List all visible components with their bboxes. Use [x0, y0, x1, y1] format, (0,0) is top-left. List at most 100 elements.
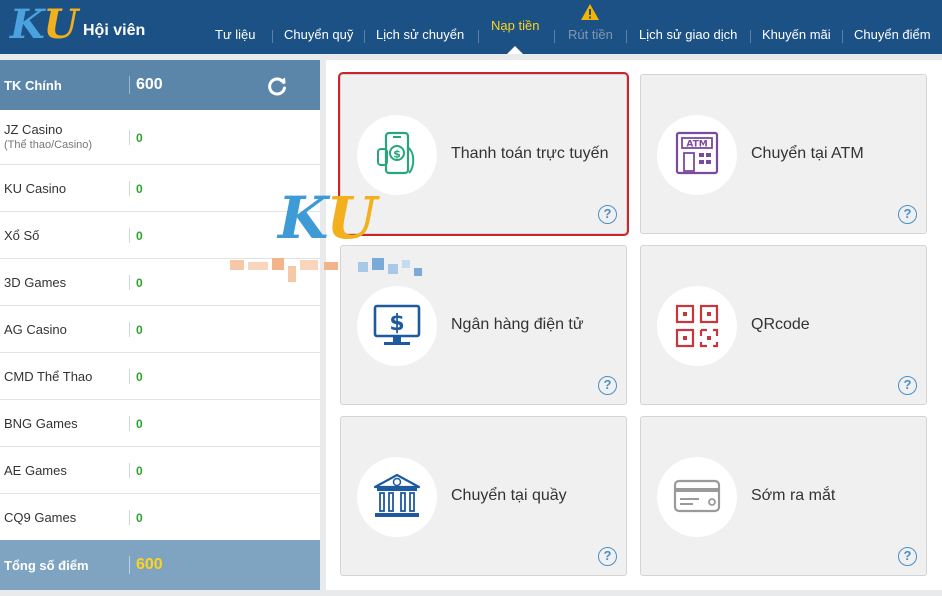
bank-building-icon: [373, 473, 421, 517]
method-icon-circle: [657, 457, 737, 537]
refresh-icon[interactable]: [266, 75, 288, 97]
deposit-method-coming-soon[interactable]: Sớm ra mắt ?: [640, 416, 927, 576]
nav-lich-su-chuyen[interactable]: Lịch sử chuyển: [376, 27, 464, 42]
account-balance: 0: [136, 511, 143, 525]
active-tab-caret: [507, 46, 523, 54]
warning-icon: [581, 4, 599, 20]
nav-separator: [626, 30, 627, 43]
mobile-payment-icon: $: [377, 131, 415, 175]
account-balance: 0: [136, 417, 143, 431]
total-points-value: 600: [136, 556, 163, 573]
method-icon-circle: $: [357, 286, 437, 366]
account-name: AG Casino: [4, 322, 67, 337]
account-balance: 0: [136, 464, 143, 478]
member-page: KU Hội viên Tư liệu Chuyển quỹ Lịch sử c…: [0, 0, 942, 596]
nav-separator: [478, 30, 479, 43]
nav-separator: [364, 30, 365, 43]
svg-text:$: $: [389, 311, 404, 336]
account-name: JZ Casino: [4, 122, 63, 137]
account-balance: 0: [136, 131, 143, 145]
ku-watermark-logo: KU: [278, 184, 377, 252]
list-item: JZ Casino (Thể thao/Casino) 0: [0, 110, 320, 165]
svg-text:ATM: ATM: [686, 140, 707, 150]
help-icon[interactable]: ?: [598, 205, 617, 224]
list-item: CQ9 Games 0: [0, 494, 320, 541]
main-account-row: TK Chính 600: [0, 60, 320, 110]
method-title: Chuyển tại quầy: [451, 487, 567, 504]
column-separator: [129, 416, 130, 431]
column-separator: [129, 228, 130, 243]
method-title: Ngân hàng điện tử: [451, 316, 584, 333]
account-balance: 0: [136, 229, 143, 243]
top-header: KU Hội viên Tư liệu Chuyển quỹ Lịch sử c…: [0, 0, 942, 54]
game-account-list: JZ Casino (Thể thao/Casino) 0 KU Casino …: [0, 110, 320, 541]
account-balance: 0: [136, 370, 143, 384]
deposit-method-online-payment[interactable]: $ Thanh toán trực tuyến ?: [340, 74, 627, 234]
list-item: CMD Thể Thao 0: [0, 353, 320, 400]
nav-chuyen-quy[interactable]: Chuyển quỹ: [284, 27, 353, 42]
list-item: BNG Games 0: [0, 400, 320, 447]
method-title: Chuyển tại ATM: [751, 145, 864, 162]
main-account-balance: 600: [136, 76, 163, 93]
deposit-method-qrcode[interactable]: QRcode ?: [640, 245, 927, 405]
member-title: Hội viên: [83, 22, 146, 39]
column-separator: [129, 181, 130, 196]
top-nav: Tư liệu Chuyển quỹ Lịch sử chuyển Nạp ti…: [205, 0, 942, 54]
deposit-method-atm[interactable]: ATM Chuyển tại ATM ?: [640, 74, 927, 234]
column-separator: [129, 510, 130, 525]
method-title: Sớm ra mắt: [751, 487, 836, 504]
help-icon[interactable]: ?: [898, 547, 917, 566]
ku-logo[interactable]: KU: [10, 4, 78, 46]
nav-chuyen-diem[interactable]: Chuyển điểm: [854, 27, 931, 42]
atm-icon: ATM: [675, 131, 719, 175]
nav-tu-lieu[interactable]: Tư liệu: [215, 27, 256, 42]
help-icon[interactable]: ?: [598, 547, 617, 566]
nav-nap-tien[interactable]: Nạp tiền: [491, 18, 539, 33]
method-icon-circle: [357, 457, 437, 537]
nav-rut-tien[interactable]: Rút tiền: [568, 27, 613, 42]
account-balance: 0: [136, 276, 143, 290]
list-item: AE Games 0: [0, 447, 320, 494]
nav-separator: [272, 30, 273, 43]
account-name: Xổ Số: [4, 228, 40, 243]
main-account-label: TK Chính: [4, 78, 62, 93]
account-subtitle: (Thể thao/Casino): [4, 139, 93, 151]
column-separator: [129, 130, 130, 145]
account-name: BNG Games: [4, 416, 78, 431]
total-points-label: Tổng số điểm: [4, 558, 89, 573]
svg-text:$: $: [393, 148, 401, 161]
account-balances-panel: TK Chính 600 JZ Casino (Thể thao/Casino)…: [0, 60, 320, 590]
nav-khuyen-mai[interactable]: Khuyến mãi: [762, 27, 831, 42]
column-separator: [129, 322, 130, 337]
account-balance: 0: [136, 182, 143, 196]
list-item: AG Casino 0: [0, 306, 320, 353]
list-item: KU Casino 0: [0, 165, 320, 212]
method-icon-circle: [657, 286, 737, 366]
account-name: CMD Thể Thao: [4, 369, 93, 384]
account-name: CQ9 Games: [4, 510, 77, 525]
column-separator: [129, 76, 130, 94]
account-name: 3D Games: [4, 275, 67, 290]
help-icon[interactable]: ?: [898, 205, 917, 224]
total-points-row: Tổng số điểm 600: [0, 540, 320, 590]
account-name: AE Games: [4, 463, 67, 478]
nav-separator: [750, 30, 751, 43]
nav-lich-su-giao-dich[interactable]: Lịch sử giao dịch: [639, 27, 737, 42]
nav-separator: [554, 30, 555, 43]
nav-separator: [842, 30, 843, 43]
monitor-dollar-icon: $: [373, 304, 421, 345]
column-separator: [129, 275, 130, 290]
help-icon[interactable]: ?: [898, 376, 917, 395]
column-separator: [129, 369, 130, 384]
deposit-method-counter[interactable]: Chuyển tại quầy ?: [340, 416, 627, 576]
help-icon[interactable]: ?: [598, 376, 617, 395]
account-balance: 0: [136, 323, 143, 337]
credit-card-icon: [673, 479, 721, 513]
account-name: KU Casino: [4, 181, 67, 196]
column-separator: [129, 463, 130, 478]
method-title: QRcode: [751, 316, 810, 333]
deposit-methods-panel: $ Thanh toán trực tuyến ? ATM Chuyển tại…: [326, 60, 942, 590]
column-separator: [129, 556, 130, 574]
method-icon-circle: ATM: [657, 115, 737, 195]
qr-code-icon: [675, 304, 719, 348]
